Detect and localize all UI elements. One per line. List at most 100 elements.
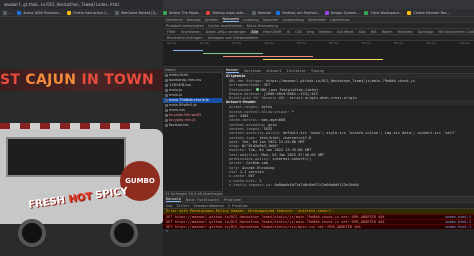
bookmark-favicon-icon — [114, 10, 119, 15]
detail-tab[interactable]: Header — [226, 68, 239, 73]
bookmark-label: ... — [9, 10, 13, 15]
network-filter-chip[interactable]: Fetch/XHR — [262, 30, 283, 34]
header-value: 0e8ba6e1b71d7d6c8e071f2a60a6d9213e15b04 — [274, 182, 359, 187]
console-error-line: GET https://maxmarl.github.io/DCS_Hackat… — [163, 224, 474, 229]
network-filter-chip[interactable]: Sonstige — [417, 30, 435, 34]
detail-tab[interactable]: Timing — [311, 69, 324, 73]
timeline-bar — [173, 50, 203, 51]
console-tab[interactable]: Probleme — [224, 198, 241, 202]
network-filter-chip[interactable]: Schriftart — [336, 30, 355, 34]
network-toolbar-item[interactable]: Protokoll beibehalten — [166, 24, 204, 28]
console-message: Error with Permissions-Policy header: Un… — [166, 209, 335, 213]
address-bar[interactable]: maxmarl.github.io/DCS_Hackathon_Team4/in… — [0, 0, 163, 9]
console-tool[interactable]: Filter — [177, 204, 190, 208]
hero-banner: ST CAJUN IN TOWN — [0, 69, 163, 91]
network-filter-chip[interactable]: Manifest — [396, 30, 413, 34]
devtools-tab[interactable]: Konsole — [187, 18, 201, 22]
network-toolbar-item[interactable]: Cache deaktivieren — [208, 24, 243, 28]
network-filter-chip[interactable]: Wasm — [381, 30, 394, 34]
timeline-tick: 30 ms — [231, 41, 242, 45]
network-filter-chip[interactable]: Filter — [166, 30, 177, 34]
network-filter-chip[interactable]: Img — [306, 30, 315, 34]
bookmark-label: Before The Might... — [169, 10, 202, 15]
console-source-link[interactable]: index.html:1 — [445, 225, 471, 229]
devtools-tab[interactable]: Leistung — [243, 18, 258, 22]
devtools-tab[interactable]: Anwendung — [282, 18, 303, 22]
network-filter-chip[interactable]: JS — [286, 30, 291, 34]
bookmark-favicon-icon — [17, 10, 22, 15]
bookmark-item[interactable]: Website — [251, 10, 271, 15]
bookmark-item[interactable]: Citrix Workspace... — [364, 10, 403, 15]
devtools-tab[interactable]: Lighthouse — [330, 18, 350, 22]
console-tool[interactable]: Standardebenen — [193, 204, 223, 208]
banner-text-highlight: CAJUN — [25, 72, 77, 88]
bookmark-item[interactable]: Cookie Monster Rec... — [407, 10, 451, 15]
network-filter-chip[interactable]: Alle — [250, 29, 260, 34]
bookmark-favicon-icon — [324, 10, 329, 15]
bookmark-favicon-icon — [251, 10, 256, 15]
console-tool[interactable]: top — [166, 204, 173, 208]
status-ok-icon — [255, 87, 259, 91]
bookmark-item[interactable]: ... — [3, 10, 13, 15]
detail-tab[interactable]: Vorschau — [244, 69, 261, 73]
network-filter-checkbox[interactable]: Blockierte Anfragen — [166, 36, 204, 40]
timeline-ruler: 10 ms 20 ms 30 ms 40 ms 50 ms 60 ms 70 ms 80 ms… — [163, 41, 474, 46]
devtools-tab[interactable]: Quellen — [205, 18, 219, 22]
console-prompt[interactable]: > — [163, 229, 474, 234]
network-toolbar-item[interactable]: Keine Drosselung — [247, 24, 278, 28]
devtools-tab[interactable]: Netzwerk — [222, 17, 240, 22]
bookmark-item[interactable]: Making maps with... — [206, 10, 247, 15]
header-value: strict-origin-when-cross-origin — [289, 96, 357, 101]
bookmark-item[interactable]: Festival, am Festival... — [276, 10, 320, 15]
bookmark-item[interactable]: Arena 1800 Products... — [17, 10, 62, 15]
console-message: GET https://maxmarl.github.io/DCS_Hackat… — [166, 225, 361, 229]
network-filter-chip[interactable]: WS — [370, 30, 378, 34]
network-timeline[interactable]: 10 ms 20 ms 30 ms 40 ms 50 ms 60 ms 70 ms 80 ms… — [163, 41, 474, 67]
bookmark-favicon-icon — [206, 10, 211, 15]
timeline-bar — [203, 53, 263, 54]
bookmark-favicon-icon — [66, 10, 71, 15]
console-tab[interactable]: Neue Funktionen — [186, 198, 218, 202]
network-filter-chip[interactable]: Medien — [318, 30, 333, 34]
console-tab[interactable]: Konsole — [166, 197, 182, 202]
network-filter-chip[interactable]: CSS — [294, 30, 303, 34]
detail-tab[interactable]: Initiator — [286, 69, 305, 73]
bookmark-item[interactable]: Online Interactive C... — [66, 10, 110, 15]
request-row[interactable]: favicon.ico — [163, 123, 222, 128]
bookmark-favicon-icon — [364, 10, 369, 15]
bookmark-label: Making maps with... — [212, 10, 247, 15]
bookmark-label: WarGame Market [I]... — [120, 10, 159, 15]
truck-wheel-back — [110, 219, 138, 247]
header-value: interest-cohort=() — [272, 157, 312, 162]
network-filter-chip[interactable]: Doc — [358, 30, 367, 34]
header-key: x-fastly-request-id: — [229, 182, 275, 187]
timeline-tick: 60 ms — [329, 41, 339, 45]
timeline-tick: 10 ms — [167, 41, 177, 45]
bookmark-label: Online Interactive C... — [72, 10, 110, 15]
devtools-tab[interactable]: Speicher — [263, 18, 279, 22]
console-tool[interactable]: 1 Problem — [228, 204, 247, 208]
bookmark-item[interactable]: Design System... — [324, 10, 359, 15]
timeline-bar — [223, 56, 313, 57]
browser-toolbar: maxmarl.github.io/DCS_Hackathon_Team4/in… — [0, 0, 474, 9]
bookmark-item[interactable]: Before The Might... — [163, 10, 202, 15]
devtools-tab[interactable]: Sicherheit — [308, 18, 326, 22]
banner-text-pre: ST — [0, 72, 26, 88]
truck-wheel-front — [18, 219, 46, 247]
network-filter-chip[interactable]: Mit blockierten Cookies — [437, 30, 474, 34]
bookmark-label: Cookie Monster Rec... — [413, 10, 451, 15]
request-list: Name index.html bootstrap.min.css 11814f8.… — [163, 68, 223, 196]
bookmark-favicon-icon — [276, 10, 281, 15]
timeline-tick: 100 ms — [458, 41, 470, 45]
bookmark-item[interactable]: WarGame Market [I]... — [114, 10, 159, 15]
network-filter-chip[interactable]: Daten-URLs verbergen — [205, 30, 248, 34]
console-drawer: Konsole Neue Funktionen Probleme top Filter… — [163, 196, 474, 256]
header-value: * — [291, 109, 294, 114]
detail-tab[interactable]: Antwort — [266, 69, 281, 73]
bookmark-label: Citrix Workspace... — [370, 10, 403, 15]
network-filter-checkbox[interactable]: Anfragen von Drittanbietern — [207, 36, 260, 40]
header-value: https://maxmarl.github.io/DCS_Hackathon_… — [265, 79, 416, 83]
timeline-tick: 20 ms — [199, 41, 209, 45]
network-filter-chip[interactable]: Invertieren — [180, 30, 202, 34]
devtools-tab[interactable]: Elements — [166, 18, 183, 22]
